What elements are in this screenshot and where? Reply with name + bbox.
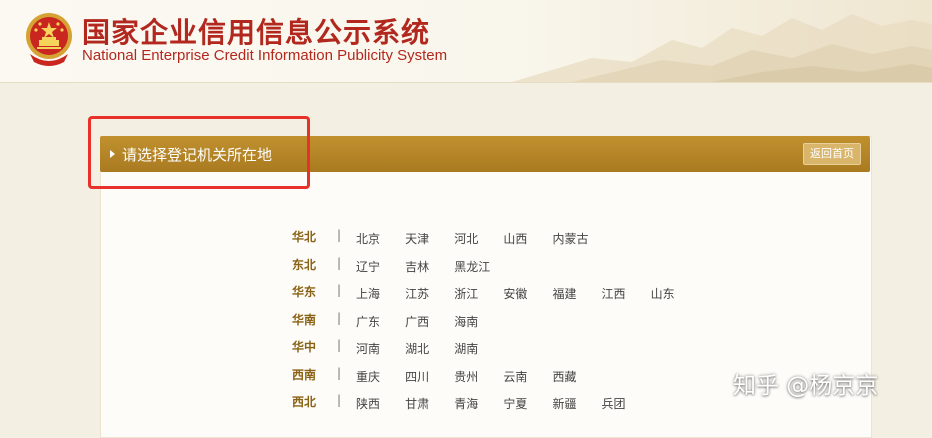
national-emblem-icon xyxy=(26,13,72,66)
province-link[interactable]: 四川 xyxy=(405,368,429,385)
province-link[interactable]: 湖北 xyxy=(405,340,429,357)
site-header: 国家企业信用信息公示系统 National Enterprise Credit … xyxy=(0,0,932,83)
region-name: 西南 xyxy=(292,367,317,382)
region-row-east: 华东 | 上海 江苏 浙江 安徽 福建 江西 山东 xyxy=(292,281,712,309)
province-link[interactable]: 上海 xyxy=(356,285,380,302)
region-row-central: 华中 | 河南 湖北 湖南 xyxy=(292,336,712,364)
province-list: 重庆 四川 贵州 云南 西藏 xyxy=(356,366,596,385)
mountain-illustration xyxy=(512,14,932,82)
province-link[interactable]: 甘肃 xyxy=(405,395,429,412)
province-list: 辽宁 吉林 黑龙江 xyxy=(356,256,510,275)
province-link[interactable]: 江西 xyxy=(602,285,626,302)
caret-right-icon xyxy=(110,150,115,158)
section-title: 请选择登记机关所在地 xyxy=(122,146,273,164)
region-name: 华北 xyxy=(292,230,317,244)
province-link[interactable]: 海南 xyxy=(454,313,478,330)
province-list: 河南 湖北 湖南 xyxy=(356,338,498,357)
province-link[interactable]: 安徽 xyxy=(503,285,527,302)
province-link[interactable]: 浙江 xyxy=(454,285,478,302)
province-link[interactable]: 辽宁 xyxy=(356,258,380,275)
province-link[interactable]: 福建 xyxy=(552,285,576,302)
region-row-north: 华北 | 北京 天津 河北 山西 内蒙古 xyxy=(292,226,712,254)
province-link[interactable]: 山东 xyxy=(651,285,675,302)
province-link[interactable]: 重庆 xyxy=(356,368,380,385)
region-row-northeast: 东北 | 辽宁 吉林 黑龙江 xyxy=(292,254,712,282)
province-link[interactable]: 河北 xyxy=(454,230,478,247)
province-link[interactable]: 西藏 xyxy=(552,368,576,385)
region-list: 华北 | 北京 天津 河北 山西 内蒙古 东北 | 辽宁 吉林 黑龙江 华东 |… xyxy=(292,226,712,419)
province-link[interactable]: 内蒙古 xyxy=(552,230,588,247)
region-separator: | xyxy=(337,228,342,242)
province-link[interactable]: 陕西 xyxy=(356,395,380,412)
region-separator: | xyxy=(337,283,342,297)
region-name: 华东 xyxy=(292,285,317,299)
province-link[interactable]: 河南 xyxy=(356,340,380,357)
site-title: 国家企业信用信息公示系统 xyxy=(82,16,431,49)
province-link[interactable]: 江苏 xyxy=(405,285,429,302)
region-row-south: 华南 | 广东 广西 海南 xyxy=(292,309,712,337)
site-subtitle: National Enterprise Credit Information P… xyxy=(82,47,448,64)
section-header-bar: 请选择登记机关所在地 返回首页 xyxy=(100,136,870,172)
province-link[interactable]: 天津 xyxy=(405,230,429,247)
province-link[interactable]: 黑龙江 xyxy=(454,258,490,275)
province-link[interactable]: 云南 xyxy=(503,368,527,385)
region-name: 华中 xyxy=(292,340,317,354)
region-row-northwest: 西北 | 陕西 甘肃 青海 宁夏 新疆 兵团 xyxy=(292,391,712,419)
province-link[interactable]: 广东 xyxy=(356,313,380,330)
province-link[interactable]: 兵团 xyxy=(602,395,626,412)
region-name: 东北 xyxy=(292,257,317,272)
return-home-button[interactable]: 返回首页 xyxy=(803,143,861,165)
region-separator: | xyxy=(337,365,342,380)
region-name: 华南 xyxy=(292,312,317,327)
province-link[interactable]: 吉林 xyxy=(405,258,429,275)
province-link[interactable]: 青海 xyxy=(454,395,478,412)
region-separator: | xyxy=(337,255,342,270)
region-row-southwest: 西南 | 重庆 四川 贵州 云南 西藏 xyxy=(292,364,712,392)
province-link[interactable]: 湖南 xyxy=(454,340,478,357)
region-separator: | xyxy=(337,393,342,407)
province-list: 北京 天津 河北 山西 内蒙古 xyxy=(356,228,608,247)
province-link[interactable]: 新疆 xyxy=(552,395,576,412)
province-link[interactable]: 广西 xyxy=(405,313,429,330)
zhihu-watermark: 知乎 @杨京京 xyxy=(733,373,879,399)
region-separator: | xyxy=(337,310,342,325)
region-separator: | xyxy=(337,338,342,352)
region-name: 西北 xyxy=(292,395,317,409)
province-list: 广东 广西 海南 xyxy=(356,311,498,330)
province-list: 陕西 甘肃 青海 宁夏 新疆 兵团 xyxy=(356,393,646,412)
province-link[interactable]: 山西 xyxy=(503,230,527,247)
province-link[interactable]: 贵州 xyxy=(454,368,478,385)
province-link[interactable]: 宁夏 xyxy=(503,395,527,412)
province-list: 上海 江苏 浙江 安徽 福建 江西 山东 xyxy=(356,283,695,302)
province-link[interactable]: 北京 xyxy=(356,230,380,247)
